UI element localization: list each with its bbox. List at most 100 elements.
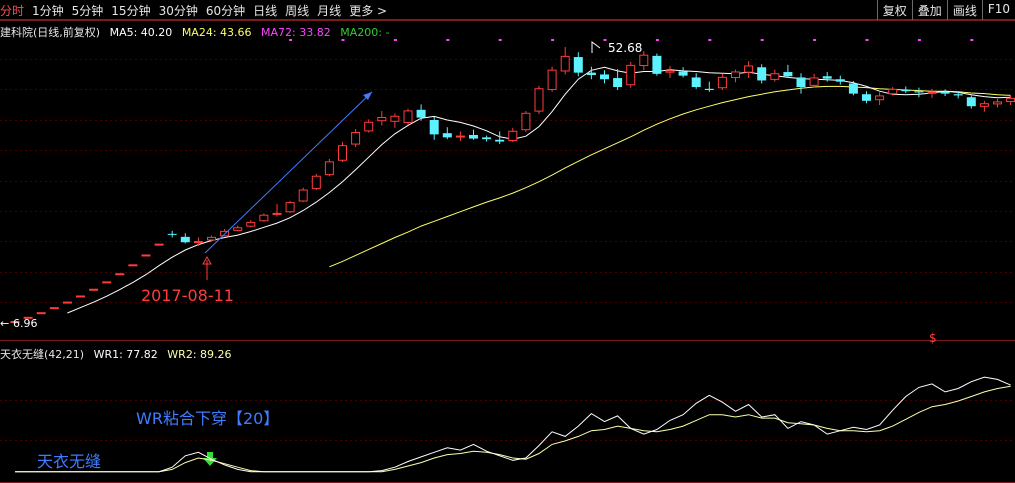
candle-body [193, 241, 203, 244]
candle-body [49, 307, 59, 310]
candle [731, 69, 740, 83]
candle-body [62, 301, 72, 304]
candle-body [979, 103, 989, 107]
candle-body [364, 121, 374, 132]
candle [835, 75, 845, 85]
candle-body [626, 64, 636, 86]
candle [102, 281, 112, 284]
candle [89, 288, 99, 291]
candle [966, 95, 976, 109]
candle-body [652, 55, 662, 74]
candle-body [1006, 97, 1015, 103]
ma72-marker [341, 39, 345, 41]
high-price-label: 52.68 [608, 41, 642, 55]
candle-body [180, 236, 190, 243]
candle-body [285, 202, 295, 213]
candle-body [102, 281, 112, 284]
low-price-label: 6.96 [13, 317, 38, 330]
candle-body [416, 109, 426, 118]
candle [665, 66, 675, 79]
candle-body [390, 115, 400, 122]
candle-body [259, 214, 269, 222]
candle-body [89, 288, 99, 291]
candle [600, 70, 609, 84]
candle [338, 142, 347, 162]
candle-body [744, 65, 754, 73]
candle [36, 312, 46, 315]
candle [298, 187, 308, 203]
candle [534, 85, 544, 115]
ma72-marker [970, 39, 974, 41]
candle [613, 69, 623, 91]
candle [573, 52, 583, 77]
candle-body [757, 67, 767, 81]
candle-body [495, 139, 505, 142]
candle-body [665, 70, 675, 73]
candle [62, 301, 72, 304]
kline-chart[interactable]: 2017-08-11 52.68 ← 6.96 $ WR粘合下穿【20】 天衣无… [0, 0, 1015, 483]
candle [547, 66, 557, 92]
candle-body [770, 73, 780, 80]
candle [560, 47, 570, 75]
candle [521, 111, 531, 132]
candle-body [704, 88, 714, 91]
candle-body [429, 119, 439, 135]
candle-body [207, 236, 216, 241]
candle [403, 108, 413, 125]
candle [364, 119, 374, 133]
candle [128, 264, 138, 267]
candle-body [272, 212, 282, 215]
candle [49, 307, 59, 310]
candle-body [534, 88, 544, 112]
candle-body [377, 116, 387, 122]
candle [744, 61, 754, 79]
candle-body [403, 110, 413, 123]
candle [940, 89, 950, 97]
candle-body [573, 57, 583, 73]
candle-body [835, 79, 845, 82]
candle-body [115, 273, 125, 276]
candle [193, 237, 203, 246]
high-marker-icon [591, 41, 601, 53]
candle [927, 88, 937, 98]
candle-body [482, 137, 492, 140]
candle-body [442, 133, 452, 138]
candle-body [351, 131, 361, 145]
candle [324, 158, 334, 177]
candle [259, 213, 269, 222]
candle-body [966, 97, 976, 107]
candle [390, 113, 400, 128]
ma72-marker [393, 39, 397, 41]
candle [586, 66, 596, 80]
ma72-marker [917, 39, 921, 41]
candle-body [560, 55, 570, 72]
candle-body [128, 264, 138, 267]
ma72-marker [708, 39, 712, 41]
candle-body [154, 243, 164, 246]
candle-body [324, 161, 334, 176]
candle-body [338, 145, 347, 161]
candle-body [521, 112, 531, 131]
candle [626, 61, 636, 88]
date-annotation: 2017-08-11 [141, 286, 234, 305]
candle [233, 225, 243, 232]
candle-body [508, 130, 518, 141]
candle [246, 220, 256, 228]
candle-body [547, 69, 557, 91]
ma72-marker [655, 39, 659, 41]
candle [875, 92, 885, 106]
candle [207, 235, 216, 242]
indicator-name-label: 天衣无缝 [37, 452, 101, 471]
candle-body [875, 95, 885, 101]
dollar-mark: $ [929, 331, 937, 345]
candle [809, 73, 819, 88]
chart-marks [10, 39, 1015, 323]
candle [704, 81, 714, 92]
candle-body [796, 77, 806, 88]
candle [508, 127, 518, 143]
candle [167, 230, 177, 238]
candle-body [678, 71, 688, 76]
candle-body [993, 101, 1002, 105]
candle-body [717, 76, 727, 89]
candle [351, 128, 361, 147]
